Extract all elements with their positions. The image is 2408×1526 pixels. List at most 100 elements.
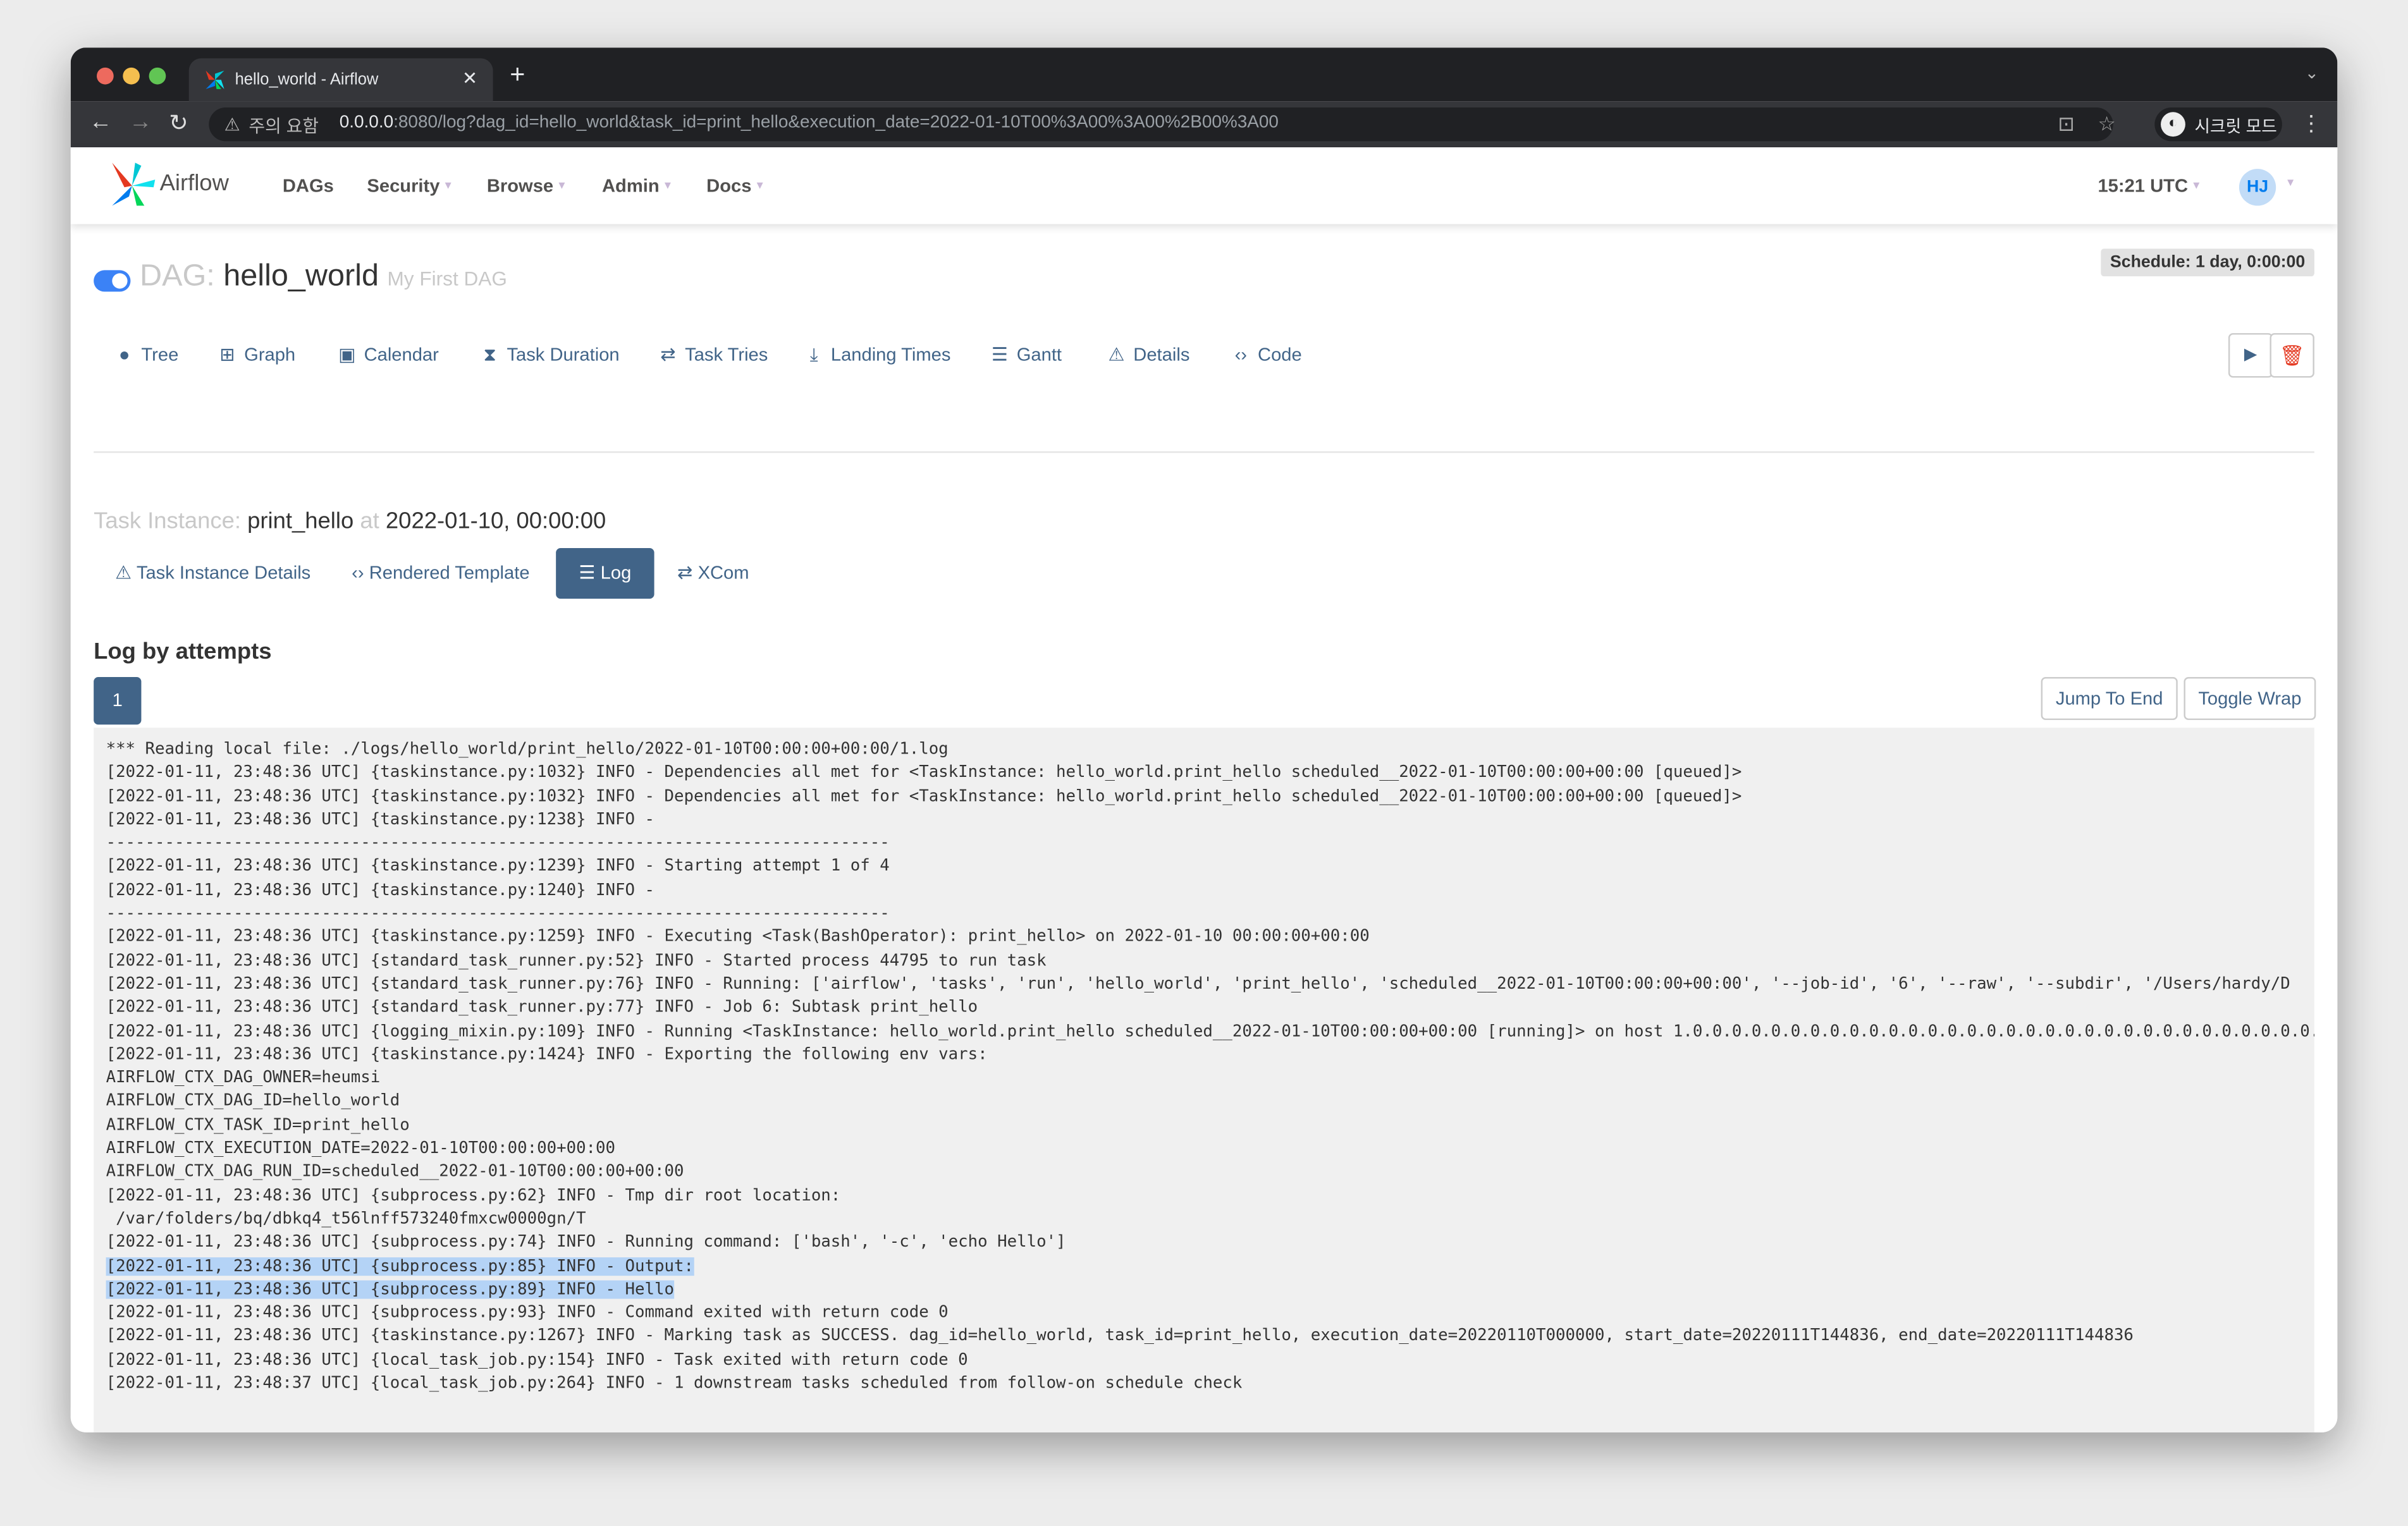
- tab-search-chevron-icon[interactable]: ⌄: [2305, 63, 2319, 83]
- security-warning[interactable]: 주의 요함: [249, 114, 319, 138]
- caret-down-icon: ▼: [2190, 181, 2202, 193]
- timezone-clock[interactable]: 15:21 UTC ▼: [2098, 175, 2201, 197]
- url-text: 0.0.0.0:8080/log?dag_id=hello_world&task…: [340, 114, 1279, 132]
- tab-calendar[interactable]: ▣ Calendar: [336, 344, 439, 365]
- log-output[interactable]: *** Reading local file: ./logs/hello_wor…: [94, 728, 2314, 1432]
- nav-admin[interactable]: Admin ▼: [602, 175, 673, 197]
- close-window-button[interactable]: [97, 67, 114, 85]
- caret-down-icon[interactable]: ▼: [2285, 178, 2296, 189]
- close-tab-icon[interactable]: ✕: [462, 68, 477, 89]
- log-line-text: AIRFLOW_CTX_TASK_ID=print_hello: [106, 1115, 410, 1135]
- caret-down-icon: ▼: [754, 181, 766, 193]
- log-line: [2022-01-11, 23:48:36 UTC] {taskinstance…: [94, 879, 2314, 903]
- log-line-text: AIRFLOW_CTX_DAG_RUN_ID=scheduled__2022-0…: [106, 1163, 684, 1181]
- forward-icon[interactable]: →: [129, 109, 152, 135]
- log-line-text: ----------------------------------------…: [106, 834, 890, 853]
- log-line-text: [2022-01-11, 23:48:36 UTC] {taskinstance…: [106, 881, 665, 900]
- tab-label: Calendar: [364, 344, 439, 366]
- log-line-text: [2022-01-11, 23:48:36 UTC] {taskinstance…: [106, 857, 890, 876]
- log-line-text: /var/folders/bq/dbkq4_t56lnff573240fmxcw…: [106, 1209, 586, 1228]
- url-input[interactable]: ⚠ 주의 요함 0.0.0.0:8080/log?dag_id=hello_wo…: [209, 107, 2116, 142]
- log-line-text: AIRFLOW_CTX_DAG_ID=hello_world: [106, 1092, 400, 1111]
- log-line: [2022-01-11, 23:48:36 UTC] {standard_tas…: [94, 974, 2314, 997]
- log-line: [2022-01-11, 23:48:36 UTC] {standard_tas…: [94, 950, 2314, 974]
- tab-tree[interactable]: ● Tree: [114, 344, 179, 366]
- hourglass-icon: ⧗: [483, 344, 496, 366]
- attempt-button[interactable]: 1: [94, 677, 142, 725]
- caret-down-icon: ▼: [662, 181, 673, 193]
- incognito-label: 시크릿 모드: [2194, 118, 2277, 137]
- log-line-text: [2022-01-11, 23:48:36 UTC] {taskinstance…: [106, 810, 665, 829]
- exchange-icon: ⇄: [677, 561, 693, 583]
- log-line-text: AIRFLOW_CTX_EXECUTION_DATE=2022-01-10T00…: [106, 1139, 616, 1158]
- log-line: ----------------------------------------…: [94, 903, 2314, 926]
- reload-icon[interactable]: ↻: [169, 109, 188, 137]
- dag-prefix: DAG:: [140, 259, 215, 293]
- brand-name[interactable]: Airflow: [160, 171, 229, 197]
- log-line-text: [2022-01-11, 23:48:37 UTC] {local_task_j…: [106, 1374, 1243, 1393]
- dag-pause-toggle[interactable]: [94, 270, 131, 292]
- tab-label: Tree: [141, 344, 179, 366]
- address-bar-row: ← → ↻ ⚠ 주의 요함 0.0.0.0:8080/log?dag_id=he…: [70, 101, 2338, 148]
- tab-label: Task Duration: [507, 344, 620, 366]
- log-line: [2022-01-11, 23:48:36 UTC] {taskinstance…: [94, 1326, 2314, 1349]
- warning-icon: ⚠: [224, 116, 240, 135]
- nav-browse[interactable]: Browse ▼: [487, 175, 567, 197]
- url-path: :8080/log?dag_id=hello_world&task_id=pri…: [393, 113, 1279, 132]
- browser-tab[interactable]: hello_world - Airflow ✕: [188, 58, 493, 102]
- tab-label: XCom: [697, 561, 749, 583]
- code-icon: ‹›: [1234, 344, 1248, 366]
- tab-label: Task Instance Details: [136, 561, 311, 583]
- log-line: [2022-01-11, 23:48:36 UTC] {standard_tas…: [94, 997, 2314, 1020]
- tab-title: hello_world - Airflow: [235, 70, 379, 89]
- landing-icon: ⤓: [809, 344, 818, 366]
- tab-code[interactable]: ‹› Code: [1230, 344, 1302, 366]
- nav-label: Browse: [486, 174, 554, 197]
- tab-log[interactable]: ☰ Log: [556, 548, 654, 599]
- tab-gantt[interactable]: ☰ Gantt: [989, 344, 1062, 365]
- tab-landing-times[interactable]: ⤓ Landing Times: [803, 344, 951, 367]
- trigger-dag-button[interactable]: ▶: [2228, 333, 2273, 378]
- log-line: AIRFLOW_CTX_TASK_ID=print_hello: [94, 1114, 2314, 1138]
- schedule-badge: Schedule: 1 day, 0:00:00: [2101, 248, 2314, 277]
- maximize-window-button[interactable]: [149, 67, 166, 85]
- nav-docs[interactable]: Docs ▼: [706, 175, 765, 197]
- back-icon[interactable]: ←: [89, 109, 112, 135]
- incognito-icon: ◐: [2161, 112, 2185, 137]
- tab-task-tries[interactable]: ⇄ Task Tries: [657, 344, 768, 365]
- calendar-icon: ▣: [338, 344, 356, 366]
- tab-details[interactable]: ⚠ Details: [1106, 344, 1190, 365]
- tab-rendered-template[interactable]: ‹› Rendered Template: [352, 562, 529, 583]
- log-line-text: [2022-01-11, 23:48:36 UTC] {taskinstance…: [106, 1045, 988, 1064]
- tab-graph[interactable]: ⊞ Graph: [216, 344, 295, 365]
- log-line: [2022-01-11, 23:48:36 UTC] {taskinstance…: [94, 809, 2314, 833]
- browser-window: hello_world - Airflow ✕ + ⌄ ← → ↻ ⚠ 주의 요…: [70, 47, 2338, 1432]
- incognito-badge[interactable]: ◐ 시크릿 모드: [2154, 107, 2282, 142]
- tab-xcom[interactable]: ⇄ XCom: [677, 562, 749, 583]
- play-icon: ▶: [2244, 345, 2258, 364]
- user-avatar[interactable]: HJ: [2239, 169, 2276, 206]
- toggle-wrap-button[interactable]: Toggle Wrap: [2184, 677, 2316, 721]
- delete-dag-button[interactable]: 🗑: [2270, 333, 2314, 378]
- code-icon: ‹›: [352, 561, 364, 583]
- gantt-icon: ☰: [991, 344, 1009, 366]
- new-tab-icon[interactable]: +: [510, 60, 525, 91]
- nav-dags[interactable]: DAGs: [283, 175, 334, 197]
- tab-label: Task Tries: [685, 344, 768, 366]
- log-line-text: [2022-01-11, 23:48:36 UTC] {subprocess.p…: [106, 1186, 841, 1205]
- minimize-window-button[interactable]: [123, 67, 140, 85]
- airflow-logo-icon[interactable]: [111, 160, 157, 209]
- log-line-text: [2022-01-11, 23:48:36 UTC] {subprocess.p…: [106, 1303, 949, 1322]
- ti-at: at: [360, 508, 379, 535]
- browser-menu-icon[interactable]: ⋮: [2300, 111, 2322, 137]
- bookmark-star-icon[interactable]: ☆: [2098, 112, 2115, 137]
- log-line-text: [2022-01-11, 23:48:36 UTC] {taskinstance…: [106, 763, 1742, 782]
- tab-task-duration[interactable]: ⧗ Task Duration: [479, 344, 620, 367]
- details-icon: ⚠: [115, 561, 132, 583]
- nav-security[interactable]: Security ▼: [367, 175, 453, 197]
- translate-icon[interactable]: ⊡: [2058, 112, 2074, 137]
- jump-to-end-button[interactable]: Jump To End: [2041, 677, 2178, 721]
- tab-label: Log: [600, 561, 632, 583]
- caret-down-icon: ▼: [443, 181, 454, 193]
- tab-task-instance-details[interactable]: ⚠ Task Instance Details: [115, 562, 310, 583]
